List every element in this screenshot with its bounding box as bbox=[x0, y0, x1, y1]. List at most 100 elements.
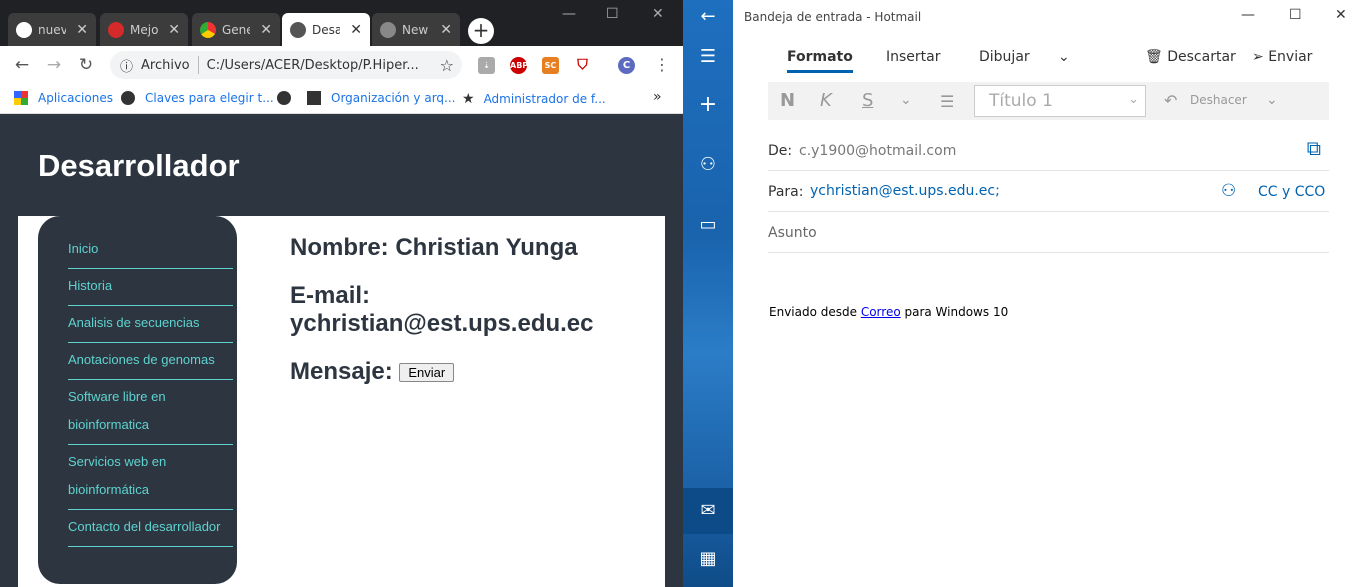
subject-placeholder: Asunto bbox=[768, 225, 817, 241]
underline-button[interactable]: S bbox=[862, 90, 873, 111]
back-arrow-icon[interactable]: ← bbox=[683, 6, 733, 27]
menu-kebab-icon[interactable]: ⋮ bbox=[654, 55, 670, 74]
paragraph-format-icon[interactable]: ☰ bbox=[940, 92, 954, 111]
calendar-icon[interactable]: ▦ bbox=[683, 548, 733, 569]
maximize-icon[interactable]: ☐ bbox=[1289, 7, 1302, 23]
folder-icon[interactable]: ▭ bbox=[683, 214, 733, 235]
tab-label: New bbox=[402, 22, 429, 37]
mail-envelope-icon[interactable]: ✉ bbox=[683, 500, 733, 521]
globe-icon bbox=[380, 21, 396, 38]
pdf-extension-icon[interactable]: ⇣ bbox=[478, 57, 495, 74]
undo-icon[interactable]: ↶ bbox=[1164, 91, 1177, 110]
minimize-icon[interactable]: — bbox=[1241, 7, 1255, 23]
tab-label: Mejo bbox=[130, 22, 158, 37]
signature-prefix: Enviado desde bbox=[769, 305, 861, 319]
bookmark-label: Claves para elegir t... bbox=[145, 91, 274, 105]
trash-icon: 🗑 bbox=[1145, 49, 1163, 65]
browser-toolbar: ← → ↻ ⓘ Archivo C:/Users/ACER/Desktop/P.… bbox=[0, 46, 683, 84]
send-icon: ➢ bbox=[1252, 49, 1264, 65]
tab-desarrollador[interactable]: Desa ✕ bbox=[282, 13, 370, 46]
from-label: De: bbox=[768, 143, 793, 159]
from-field[interactable]: De: c.y1900@hotmail.com ⧉ bbox=[768, 130, 1329, 171]
adblock-extension-icon[interactable]: ABP bbox=[510, 57, 528, 74]
undo-label[interactable]: Deshacer bbox=[1190, 93, 1247, 107]
github-icon bbox=[16, 21, 32, 38]
email-label: E-mail: bbox=[290, 282, 371, 309]
to-label: Para: bbox=[768, 184, 804, 200]
heading-style-select[interactable]: Título 1 ⌄ bbox=[974, 85, 1146, 117]
tab-new[interactable]: New ✕ bbox=[372, 13, 460, 46]
bookmarks-bar: Aplicaciones Claves para elegir t... Org… bbox=[0, 84, 683, 114]
close-icon[interactable]: ✕ bbox=[440, 22, 452, 38]
close-icon[interactable]: ✕ bbox=[350, 22, 362, 38]
chevron-down-icon[interactable]: ⌄ bbox=[1058, 49, 1070, 65]
tab-dibujar[interactable]: Dibujar bbox=[979, 49, 1030, 65]
italic-button[interactable]: K bbox=[820, 90, 832, 111]
bookmark-globe[interactable] bbox=[277, 91, 301, 105]
nav-item-historia[interactable]: Historia bbox=[68, 269, 233, 306]
subject-field[interactable]: Asunto bbox=[768, 212, 1329, 253]
account-person-icon[interactable]: ⚇ bbox=[683, 154, 733, 175]
hamburger-menu-icon[interactable]: ☰ bbox=[683, 46, 733, 67]
contact-picker-icon[interactable]: ⚇ bbox=[1221, 181, 1236, 201]
close-window-icon[interactable]: ✕ bbox=[652, 6, 664, 22]
chevron-down-icon[interactable]: ⌄ bbox=[900, 92, 912, 108]
bookmark-administrador[interactable]: ★ Administrador de f... bbox=[462, 91, 606, 107]
bookmark-claves[interactable]: Claves para elegir t... bbox=[121, 91, 274, 105]
nav-item-analisis[interactable]: Analisis de secuencias bbox=[68, 306, 233, 343]
nav-item-inicio[interactable]: Inicio bbox=[68, 232, 233, 269]
nav-item-software-libre[interactable]: Software libre en bioinformatica bbox=[68, 380, 233, 445]
close-window-icon[interactable]: ✕ bbox=[1335, 7, 1347, 23]
signature-link[interactable]: Correo bbox=[861, 305, 901, 319]
nav-item-servicios-web[interactable]: Servicios web en bioinformática bbox=[68, 445, 233, 510]
popout-icon[interactable]: ⧉ bbox=[1307, 136, 1321, 160]
cc-bcc-button[interactable]: CC y CCO bbox=[1258, 184, 1325, 200]
bookmark-apps[interactable]: Aplicaciones bbox=[14, 91, 113, 105]
close-icon[interactable]: ✕ bbox=[76, 22, 88, 38]
message-label: Mensaje: bbox=[290, 358, 393, 385]
mail-signature[interactable]: Enviado desde Correo para Windows 10 bbox=[769, 305, 1008, 319]
apps-grid-icon bbox=[14, 91, 28, 105]
new-tab-button[interactable]: + bbox=[468, 18, 494, 44]
tab-chrome[interactable]: Gene ✕ bbox=[192, 13, 280, 46]
side-navigation: Inicio Historia Analisis de secuencias A… bbox=[38, 216, 237, 584]
bookmark-organizacion[interactable]: Organización y arq... bbox=[307, 91, 455, 105]
tab-label: nuev bbox=[38, 22, 66, 37]
sc-extension-icon[interactable]: SC bbox=[542, 57, 559, 74]
email-block: E-mail: ychristian@est.ups.edu.ec bbox=[290, 282, 594, 338]
tab-github[interactable]: nuev ✕ bbox=[8, 13, 96, 46]
address-bar[interactable]: ⓘ Archivo C:/Users/ACER/Desktop/P.Hiper.… bbox=[110, 51, 462, 79]
minimize-icon[interactable]: — bbox=[562, 6, 576, 22]
tab-opera[interactable]: Mejo ✕ bbox=[100, 13, 188, 46]
bookmark-star-icon[interactable]: ☆ bbox=[440, 56, 454, 75]
discard-button[interactable]: 🗑 Descartar bbox=[1145, 49, 1236, 65]
bookmark-label: Organización y arq... bbox=[331, 91, 456, 105]
bookmarks-overflow[interactable]: » bbox=[653, 89, 662, 105]
tab-insertar[interactable]: Insertar bbox=[886, 49, 941, 65]
info-icon[interactable]: ⓘ bbox=[120, 56, 133, 75]
send-button[interactable]: Enviar bbox=[399, 363, 455, 383]
maximize-icon[interactable]: ☐ bbox=[606, 6, 619, 22]
bookmark-label: Aplicaciones bbox=[38, 91, 113, 105]
address-prefix: Archivo bbox=[141, 57, 190, 73]
to-field[interactable]: Para: ychristian@est.ups.edu.ec; ⚇ CC y … bbox=[768, 171, 1329, 212]
bookmark-label: Administrador de f... bbox=[483, 92, 606, 106]
new-mail-plus-icon[interactable]: + bbox=[683, 92, 733, 117]
chevron-down-icon[interactable]: ⌄ bbox=[1266, 92, 1278, 108]
profile-avatar[interactable]: C bbox=[618, 57, 635, 74]
back-icon[interactable]: ← bbox=[6, 55, 38, 75]
bold-button[interactable]: N bbox=[780, 90, 795, 111]
nav-item-anotaciones[interactable]: Anotaciones de genomas bbox=[68, 343, 233, 380]
message-line: Mensaje: Enviar bbox=[290, 358, 594, 386]
tab-formato[interactable]: Formato bbox=[787, 49, 853, 73]
close-icon[interactable]: ✕ bbox=[260, 22, 272, 38]
nav-item-contacto[interactable]: Contacto del desarrollador bbox=[68, 510, 233, 547]
reload-icon[interactable]: ↻ bbox=[70, 55, 102, 75]
shield-extension-icon[interactable]: ⛉ bbox=[574, 57, 591, 74]
format-toolbar: N K S ⌄ ☰ Título 1 ⌄ ↶ Deshacer ⌄ bbox=[768, 82, 1329, 120]
send-mail-button[interactable]: ➢ Enviar bbox=[1252, 49, 1312, 65]
send-label: Enviar bbox=[1268, 49, 1313, 65]
tab-label: Gene bbox=[222, 22, 250, 37]
forward-icon[interactable]: → bbox=[38, 55, 70, 75]
close-icon[interactable]: ✕ bbox=[168, 22, 180, 38]
